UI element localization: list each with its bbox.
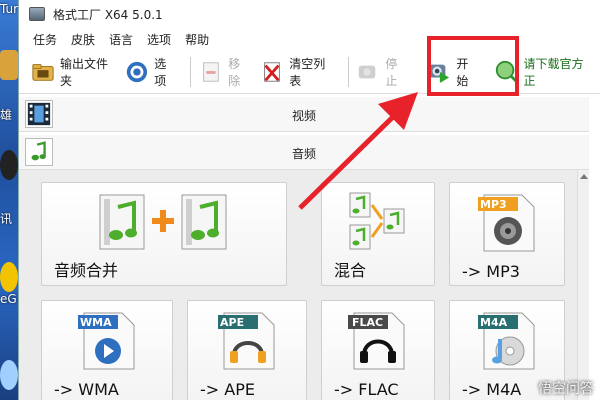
tile-flac[interactable]: FLAC -> FLAC xyxy=(321,300,435,400)
window-title: 格式工厂 X64 5.0.1 xyxy=(53,7,163,22)
tile-audio-merge-label: 音频合并 xyxy=(54,261,119,280)
app-icon xyxy=(29,7,45,21)
desktop-app-icon[interactable] xyxy=(0,360,18,390)
desktop-app-icon[interactable] xyxy=(0,50,18,80)
tile-mp3[interactable]: MP3 -> MP3 xyxy=(449,182,565,286)
stop-icon xyxy=(359,65,376,78)
desktop-background: Tur 雄 讯 eG xyxy=(0,0,18,400)
tile-mix-label: 混合 xyxy=(334,261,367,280)
mp3-badge: MP3 xyxy=(480,198,507,211)
toolbar-separator xyxy=(347,56,349,87)
category-video[interactable]: 视频 xyxy=(19,96,589,132)
vertical-scrollbar[interactable] xyxy=(577,170,589,400)
flac-badge: FLAC xyxy=(352,316,384,329)
audio-merge-icon xyxy=(99,194,227,250)
category-audio[interactable]: 音频 xyxy=(19,134,589,170)
title-bar[interactable]: 格式工厂 X64 5.0.1 xyxy=(19,0,600,28)
m4a-badge: M4A xyxy=(480,316,508,329)
remove-button[interactable]: 移除 xyxy=(199,55,250,89)
folder-icon xyxy=(32,63,54,81)
clear-list-button[interactable]: 清空列表 xyxy=(260,55,333,89)
output-folder-label: 输出文件夹 xyxy=(60,56,109,88)
tile-mp3-label: -> MP3 xyxy=(462,262,520,281)
menu-item-options[interactable]: 选项 xyxy=(147,31,171,48)
options-label: 选项 xyxy=(154,56,167,88)
remove-icon xyxy=(203,61,220,82)
stop-label: 停止 xyxy=(385,56,398,88)
stop-button[interactable]: 停止 xyxy=(356,55,407,89)
menu-item-language[interactable]: 语言 xyxy=(109,31,133,48)
wma-badge: WMA xyxy=(80,316,112,329)
menu-item-task[interactable]: 任务 xyxy=(33,31,57,48)
tile-m4a-label: -> M4A xyxy=(462,380,522,399)
category-video-label: 视频 xyxy=(291,109,316,123)
start-highlight-box xyxy=(427,36,519,96)
menu-item-help[interactable]: 帮助 xyxy=(185,31,209,48)
options-gear-icon xyxy=(127,61,148,82)
toolbar-separator xyxy=(190,56,192,87)
desktop-label: 雄 xyxy=(0,108,13,122)
tile-mix[interactable]: 混合 xyxy=(321,182,435,286)
tile-ape[interactable]: APE -> APE xyxy=(187,300,307,400)
ape-badge: APE xyxy=(220,316,245,329)
watermark-text: 悟空问答 xyxy=(538,381,594,397)
mix-icon xyxy=(349,192,405,250)
desktop-app-icon[interactable] xyxy=(0,262,18,292)
qq-penguin-icon[interactable] xyxy=(0,150,18,180)
category-audio-label: 音频 xyxy=(291,147,316,161)
menu-item-skin[interactable]: 皮肤 xyxy=(71,31,95,48)
desktop-label: Tur xyxy=(0,2,18,16)
desktop-label: 讯 xyxy=(0,212,13,226)
scroll-up-icon[interactable] xyxy=(580,174,588,179)
clear-list-icon xyxy=(264,61,281,82)
clear-list-label: 清空列表 xyxy=(289,56,326,88)
tile-flac-label: -> FLAC xyxy=(334,380,399,399)
tile-audio-merge[interactable]: 音频合并 xyxy=(41,182,287,286)
options-button[interactable]: 选项 xyxy=(125,55,176,89)
tile-wma-label: -> WMA xyxy=(54,380,119,399)
output-folder-button[interactable]: 输出文件夹 xyxy=(31,55,115,89)
remove-label: 移除 xyxy=(228,56,241,88)
tile-wma[interactable]: WMA -> WMA xyxy=(41,300,173,400)
desktop-label: eG xyxy=(0,292,17,306)
tile-ape-label: -> APE xyxy=(200,380,255,399)
format-factory-window: 格式工厂 X64 5.0.1 任务 皮肤 语言 选项 帮助 输出文件夹 选项 移… xyxy=(18,0,600,400)
download-official-label: 请下载官方正 xyxy=(523,56,584,88)
